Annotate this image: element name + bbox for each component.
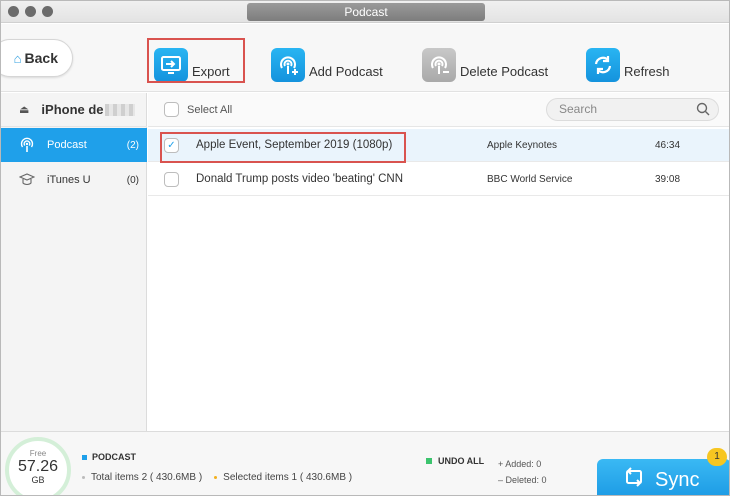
back-button[interactable]: ⌂ Back [1,39,73,77]
selected-items: Selected items 1 ( 430.6MB ) [223,472,353,483]
sidebar-item-podcast[interactable]: Podcast (2) [1,128,147,162]
minimize-window-button[interactable] [25,6,36,17]
row-highlight-box [160,132,406,163]
sync-button[interactable]: Sync [597,459,729,495]
maximize-window-button[interactable] [42,6,53,17]
total-dot [82,476,85,479]
change-summary: + Added: 0 – Deleted: 0 [498,456,547,488]
window-title: Podcast [247,3,485,21]
category-indicator: PODCAST [82,452,136,462]
title-bar: Podcast [1,1,729,23]
eject-icon[interactable]: ⏏ [19,103,29,116]
podcast-artist: Apple Keynotes [487,140,558,151]
search-input[interactable]: Search [546,98,719,121]
sync-label: Sync [655,468,700,491]
delete-podcast-icon [422,48,456,82]
app-window: Podcast ⌂ Back Export Add Podcast Delete… [0,0,730,496]
sidebar-item-label: iTunes U [47,174,91,186]
category-label: PODCAST [92,452,137,462]
total-items: Total items 2 ( 430.6MB ) [91,472,203,483]
add-podcast-icon [271,48,305,82]
select-all-control[interactable]: Select All [164,102,232,117]
undo-color-swatch [426,458,432,464]
sync-count-badge: 1 [707,448,727,466]
redacted-device-name [104,103,135,116]
refresh-button[interactable]: Refresh [586,42,670,82]
free-unit: GB [31,475,45,485]
home-icon: ⌂ [13,50,22,66]
select-all-label: Select All [187,103,233,116]
search-icon[interactable] [696,102,710,116]
sidebar-item-label: Podcast [47,139,87,151]
refresh-icon [586,48,620,82]
sidebar: ⏏ iPhone de Podcast (2) iTunes U (0) [1,93,147,431]
device-header[interactable]: ⏏ iPhone de [1,93,147,127]
refresh-label: Refresh [624,64,670,79]
podcast-artist: BBC World Service [487,174,573,185]
delete-podcast-button[interactable]: Delete Podcast [422,42,548,82]
search-placeholder: Search [559,102,598,116]
undo-all-button[interactable]: UNDO ALL [426,456,484,466]
status-footer: Free 57.26 GB PODCAST Total items 2 ( 43… [1,431,729,495]
free-value: 57.26 [17,458,59,475]
item-stats: Total items 2 ( 430.6MB ) Selected items… [82,472,352,483]
podcast-title: Donald Trump posts video 'beating' CNN [196,173,404,185]
export-highlight-box [147,38,245,83]
podcast-duration: 39:08 [655,174,681,185]
sidebar-item-count: (0) [126,174,139,186]
podcast-duration: 46:34 [655,140,681,151]
podcast-icon [19,137,35,153]
sync-icon [625,467,643,493]
row-checkbox[interactable] [164,172,179,187]
sidebar-item-itunes-u[interactable]: iTunes U (0) [1,163,147,197]
list-header: Select All Search [148,93,729,127]
free-label: Free [29,449,47,458]
add-podcast-label: Add Podcast [309,64,383,79]
close-window-button[interactable] [8,6,19,17]
selected-dot [214,476,218,479]
table-row[interactable]: Donald Trump posts video 'beating' CNN B… [148,163,729,196]
toolbar: ⌂ Back Export Add Podcast Delete Podcast [1,24,729,92]
select-all-checkbox[interactable] [164,102,179,117]
undo-label: UNDO ALL [438,456,485,466]
added-count: Added: 0 [505,459,542,469]
device-name: iPhone de [41,102,104,117]
minus-icon: – [498,475,506,485]
itunes-u-icon [19,172,35,188]
back-label: Back [24,50,58,66]
add-podcast-button[interactable]: Add Podcast [271,42,383,82]
delete-podcast-label: Delete Podcast [460,64,549,79]
sidebar-item-count: (2) [126,139,139,151]
category-color-swatch [82,454,87,460]
deleted-count: Deleted: 0 [505,475,547,485]
storage-gauge: Free 57.26 GB [5,437,71,495]
